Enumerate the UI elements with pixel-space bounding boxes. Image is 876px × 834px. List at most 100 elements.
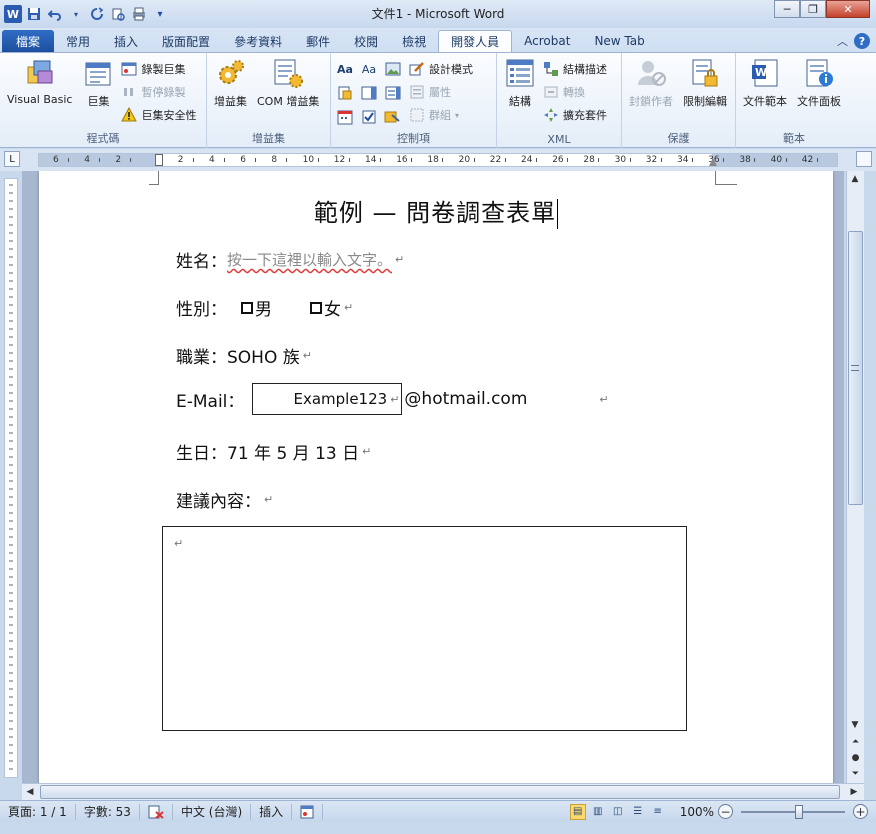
zoom-level[interactable]: 100% — [680, 805, 714, 819]
job-value[interactable]: SOHO 族 — [227, 343, 300, 368]
language-indicator[interactable]: 中文 (台灣) — [173, 803, 252, 820]
zoom-slider[interactable] — [741, 804, 845, 819]
visual-basic-icon — [24, 57, 56, 89]
window-bottom-border — [0, 822, 876, 834]
ruler-tick-mark — [99, 158, 101, 162]
tab-view[interactable]: 檢視 — [390, 30, 438, 52]
document-panel-label: 文件面板 — [797, 95, 841, 108]
group-button[interactable]: 群組 ▾ — [409, 105, 473, 125]
chevron-down-icon[interactable]: ▾ — [67, 5, 85, 23]
redo-icon[interactable] — [88, 5, 106, 23]
drop-down-list-control-icon[interactable] — [383, 83, 403, 103]
email-field[interactable]: Example123 ↵ — [252, 383, 403, 415]
tab-developer[interactable]: 開發人員 — [438, 30, 513, 52]
properties-button[interactable]: 屬性 — [409, 82, 473, 102]
name-placeholder: 按一下這裡以輸入文字。 — [227, 251, 393, 269]
structure-label: 結構 — [509, 95, 531, 108]
female-checkbox[interactable] — [310, 301, 322, 314]
tab-acrobat[interactable]: Acrobat — [512, 30, 582, 52]
proofing-status[interactable] — [140, 803, 173, 820]
document-title[interactable]: 範例 — 問卷調查表單 — [39, 193, 833, 229]
name-line: 姓名： 按一下這裡以輸入文字。 ↵ — [176, 247, 404, 272]
tab-file[interactable]: 檔案 — [2, 30, 55, 52]
paragraph-mark: ↵ — [390, 392, 400, 406]
building-block-control-icon[interactable] — [335, 83, 355, 103]
expansion-packs-label: 擴充套件 — [563, 109, 607, 122]
scroll-down-icon[interactable]: ▼ — [847, 717, 863, 733]
tab-new-tab[interactable]: New Tab — [582, 30, 656, 52]
tab-page-layout[interactable]: 版面配置 — [150, 30, 222, 52]
record-macro-button[interactable]: 錄製巨集 — [121, 59, 196, 79]
rich-text-control-icon[interactable]: Aa — [335, 59, 355, 79]
customize-qat-icon[interactable]: ▾ — [151, 5, 169, 23]
tab-review[interactable]: 校閱 — [342, 30, 390, 52]
undo-icon[interactable] — [46, 5, 64, 23]
browse-object-icon[interactable]: ● — [847, 751, 864, 765]
draft-view-icon[interactable]: ≡ — [650, 804, 666, 820]
vertical-ruler[interactable] — [4, 178, 18, 778]
tab-references[interactable]: 參考資料 — [222, 30, 294, 52]
check-box-control-icon[interactable] — [359, 107, 379, 127]
floppy-disk-icon[interactable] — [25, 5, 43, 23]
scroll-left-icon[interactable]: ◀ — [22, 784, 38, 800]
male-checkbox[interactable] — [241, 301, 253, 314]
combo-box-control-icon[interactable] — [359, 83, 379, 103]
legacy-tools-icon[interactable] — [383, 107, 403, 127]
picture-control-icon[interactable] — [383, 59, 403, 79]
suggestion-textbox[interactable]: ↵ — [162, 526, 687, 731]
plain-text-control-icon[interactable]: Aa — [359, 59, 379, 79]
pause-recording-button[interactable]: 暫停錄製 — [121, 82, 196, 102]
transform-button[interactable]: 轉換 — [543, 82, 607, 102]
macro-security-label: 巨集安全性 — [141, 109, 197, 122]
schema-button[interactable]: 結構描述 — [543, 59, 607, 79]
macro-recording-status[interactable] — [292, 803, 324, 820]
scroll-right-icon[interactable]: ▶ — [846, 784, 862, 800]
close-button[interactable]: ✕ — [826, 0, 870, 18]
horizontal-scrollbar[interactable]: ◀ ▶ — [22, 783, 864, 800]
zoom-slider-thumb[interactable] — [795, 804, 803, 819]
macro-security-button[interactable]: 巨集安全性 — [121, 105, 196, 125]
print-preview-icon[interactable] — [109, 5, 127, 23]
help-icon[interactable]: ? — [854, 33, 870, 49]
name-input[interactable]: 按一下這裡以輸入文字。 — [227, 249, 392, 270]
ruler-tick-mark — [442, 158, 444, 162]
word-app-icon[interactable]: W — [4, 5, 22, 23]
birthday-line: 生日： 71 年 5 月 13 日 ↵ — [176, 439, 371, 464]
tab-selector[interactable]: L — [4, 151, 20, 167]
ruler-tick-mark — [536, 158, 537, 162]
web-layout-icon[interactable]: ◫ — [610, 804, 626, 820]
previous-page-icon[interactable]: ⏶ — [847, 735, 864, 749]
expansion-packs-button[interactable]: 擴充套件 — [543, 105, 607, 125]
page[interactable]: 範例 — 問卷調查表單 姓名： 按一下這裡以輸入文字。 ↵ 性別： 男 女 ↵ … — [39, 171, 833, 783]
scroll-up-icon[interactable]: ▲ — [847, 171, 863, 187]
vertical-scrollbar[interactable]: ▲ ▼ ⏶ ● ⏷ — [846, 171, 864, 783]
full-screen-reading-icon[interactable]: ▥ — [590, 804, 606, 820]
insert-mode[interactable]: 插入 — [251, 803, 293, 820]
zoom-in-button[interactable]: + — [853, 804, 868, 819]
next-page-icon[interactable]: ⏷ — [847, 767, 864, 781]
tab-home[interactable]: 常用 — [54, 30, 102, 52]
ruler-tick-label: 30 — [614, 155, 627, 165]
properties-label: 屬性 — [429, 86, 451, 99]
tab-mailings[interactable]: 郵件 — [294, 30, 342, 52]
outline-view-icon[interactable]: ☰ — [630, 804, 646, 820]
minimize-ribbon-icon[interactable]: ︿ — [837, 33, 848, 49]
page-count[interactable]: 頁面: 1 / 1 — [0, 803, 76, 820]
word-count[interactable]: 字數: 53 — [76, 803, 140, 820]
minimize-button[interactable]: ─ — [774, 0, 800, 18]
horizontal-scroll-thumb[interactable] — [40, 785, 840, 799]
macros-label: 巨集 — [87, 95, 110, 108]
vertical-ruler-ticks — [9, 184, 13, 770]
indent-marker[interactable] — [155, 154, 163, 166]
restore-button[interactable]: ❐ — [800, 0, 826, 18]
view-ruler-toggle[interactable] — [856, 151, 872, 167]
zoom-out-button[interactable]: − — [718, 804, 733, 819]
quick-print-icon[interactable] — [130, 5, 148, 23]
date-picker-control-icon[interactable] — [335, 107, 355, 127]
design-mode-button[interactable]: 設計模式 — [409, 59, 473, 79]
right-indent-marker[interactable] — [709, 158, 717, 166]
horizontal-ruler[interactable]: 6 4 2 2 4 6 8 10 12 14 16 18 20 22 24 26 28 30 32 34 36 38 40 4… — [38, 153, 838, 167]
tab-insert[interactable]: 插入 — [102, 30, 150, 52]
print-layout-view-icon[interactable]: ▤ — [569, 803, 586, 820]
birthday-value[interactable]: 71 年 5 月 13 日 — [227, 439, 359, 464]
